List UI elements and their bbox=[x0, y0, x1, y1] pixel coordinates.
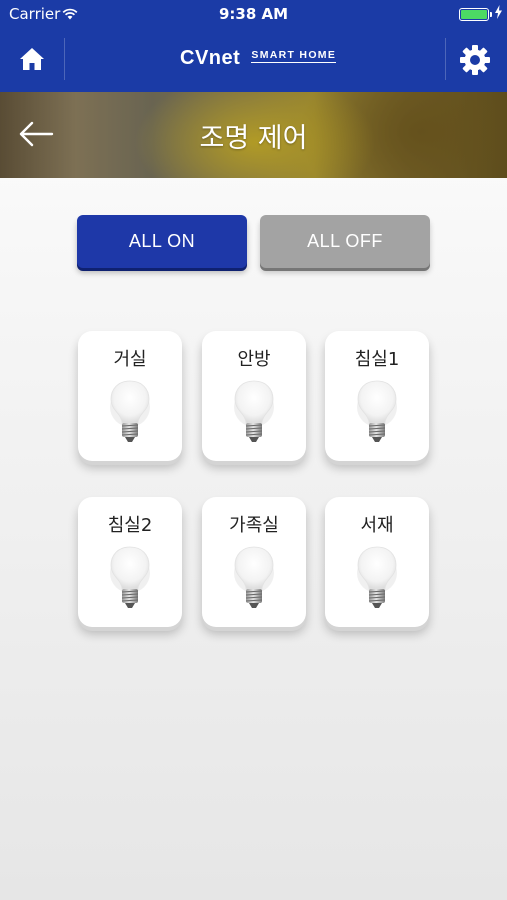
battery-nub bbox=[490, 12, 492, 17]
room-tile-master-bedroom[interactable]: 안방 bbox=[202, 331, 306, 461]
app-header: CVnet SMART HOME bbox=[0, 28, 507, 92]
logo-brand: CVnet bbox=[180, 47, 241, 69]
all-off-button[interactable]: ALL OFF bbox=[260, 215, 430, 268]
room-tile-family-room[interactable]: 가족실 bbox=[202, 497, 306, 627]
app-logo: CVnet SMART HOME bbox=[180, 47, 337, 70]
light-bulb-icon bbox=[357, 377, 397, 451]
charging-icon bbox=[495, 5, 502, 23]
room-label: 안방 bbox=[237, 349, 271, 370]
page-title: 조명 제어 bbox=[199, 123, 308, 154]
logo-subtitle: SMART HOME bbox=[251, 49, 337, 63]
light-bulb-icon bbox=[234, 377, 274, 451]
room-label: 침실1 bbox=[354, 349, 400, 370]
room-label: 가족실 bbox=[229, 515, 279, 536]
light-bulb-icon bbox=[110, 543, 150, 617]
room-label: 거실 bbox=[113, 349, 147, 370]
room-tile-bedroom-2[interactable]: 침실2 bbox=[78, 497, 182, 627]
light-bulb-icon bbox=[234, 543, 274, 617]
light-bulb-icon bbox=[357, 543, 397, 617]
room-tile-bedroom-1[interactable]: 침실1 bbox=[325, 331, 429, 461]
all-on-button[interactable]: ALL ON bbox=[77, 215, 247, 268]
header-divider bbox=[64, 38, 65, 80]
room-tile-study[interactable]: 서재 bbox=[325, 497, 429, 627]
room-label: 서재 bbox=[360, 515, 394, 536]
gear-icon bbox=[460, 45, 490, 75]
battery-icon bbox=[459, 8, 489, 21]
room-label: 침실2 bbox=[107, 515, 153, 536]
clock: 9:38 AM bbox=[218, 5, 289, 23]
room-tile-living-room[interactable]: 거실 bbox=[78, 331, 182, 461]
title-banner: 조명 제어 bbox=[0, 92, 507, 178]
settings-button[interactable] bbox=[445, 28, 507, 92]
home-button[interactable] bbox=[0, 28, 64, 92]
home-icon bbox=[20, 48, 44, 70]
light-bulb-icon bbox=[110, 377, 150, 451]
status-bar: Carrier 9:38 AM bbox=[0, 0, 507, 28]
